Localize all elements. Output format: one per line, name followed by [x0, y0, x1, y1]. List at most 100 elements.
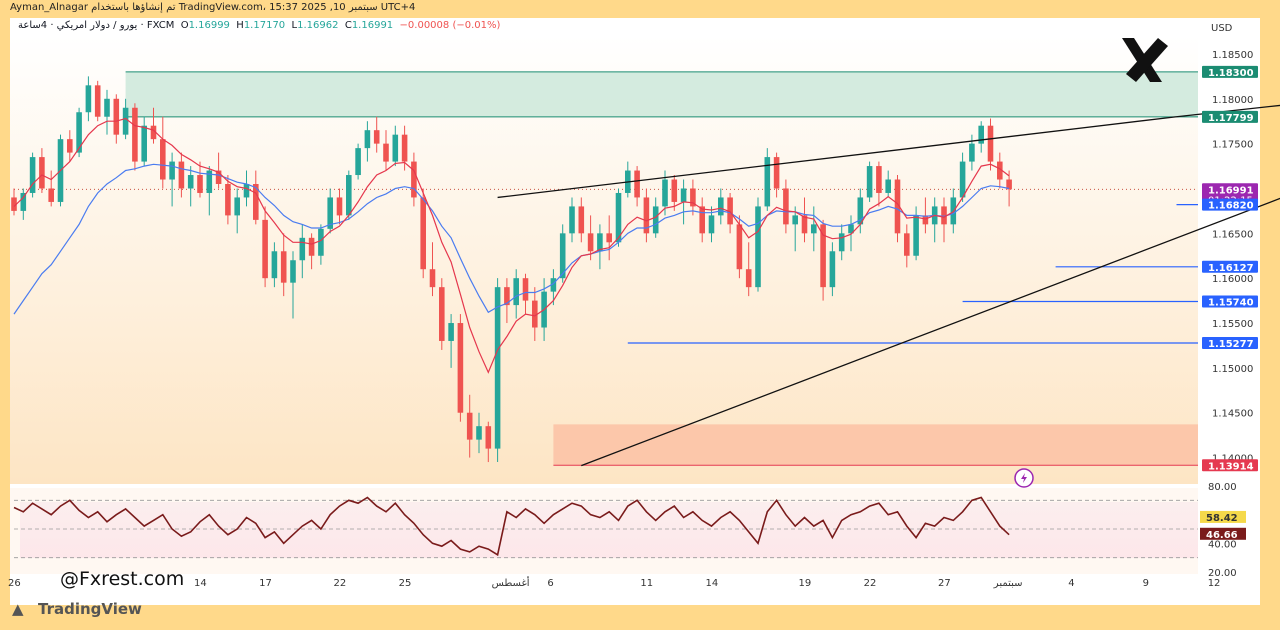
flash-icon[interactable] [1014, 468, 1034, 488]
candle-body [652, 206, 659, 234]
candle-body [466, 412, 473, 440]
price-label: 1.16127 [1208, 263, 1254, 274]
x-tick-label: 17 [259, 578, 272, 589]
candle-body [48, 188, 54, 202]
y-tick-label: 1.18500 [1212, 50, 1253, 61]
candle-body [866, 166, 873, 198]
candle-body [811, 224, 817, 234]
candle-body [355, 148, 361, 176]
candle-body [411, 161, 417, 198]
x-tick-label: 14 [194, 578, 207, 589]
rsi-value-label: 46.66 [1206, 530, 1238, 541]
candle-body [699, 206, 705, 234]
candle-body [76, 112, 82, 153]
candle-body [792, 215, 798, 225]
candle-body [85, 85, 92, 113]
supply-zone [125, 71, 1199, 117]
candle-body [290, 260, 296, 283]
price-label: 1.15277 [1208, 339, 1254, 350]
x-tick-label: 9 [1143, 578, 1149, 589]
y-tick-label: 1.15500 [1212, 319, 1253, 330]
candle-body [94, 85, 101, 117]
x-tick-label: 27 [938, 578, 951, 589]
candle-body [578, 206, 585, 234]
candle-body [708, 215, 715, 234]
candle-body [485, 426, 492, 449]
candle-body [885, 179, 891, 193]
candle-body [178, 161, 185, 189]
demand-zone [553, 424, 1198, 466]
price-label: 1.13914 [1208, 461, 1254, 472]
candle-body [913, 215, 919, 256]
x-tick-label: 22 [334, 578, 347, 589]
candle-body [569, 206, 575, 234]
candle-body [141, 125, 147, 162]
candle-body [606, 233, 612, 243]
rsi-value-label: 58.42 [1206, 513, 1238, 524]
candle-body [346, 175, 352, 216]
candle-body [39, 157, 45, 189]
x-tick-label: 26 [8, 578, 21, 589]
candle-body [494, 287, 501, 449]
candle-body [383, 143, 389, 162]
candle-body [439, 287, 445, 341]
candle-body [978, 125, 984, 144]
candle-body [299, 237, 306, 261]
y-tick-label: 1.14500 [1212, 409, 1253, 420]
candle-body [522, 278, 529, 301]
candle-body [160, 139, 166, 180]
candle-body [764, 157, 771, 207]
candle-body [587, 233, 594, 252]
candle-body [987, 125, 994, 162]
candle-body [671, 179, 678, 202]
x-tick-label: 22 [864, 578, 877, 589]
candle-body [169, 161, 175, 180]
x-tick-label: أغسطس [492, 576, 530, 589]
tradingview-logo: ▲ TradingView [12, 600, 142, 618]
candle-body [457, 323, 464, 413]
candle-body [838, 233, 845, 252]
candle-body [104, 98, 110, 117]
candle-body [280, 251, 287, 283]
price-label: 1.17799 [1208, 113, 1254, 124]
price-label: 1.15740 [1208, 298, 1254, 309]
x-tick-label: 6 [547, 578, 553, 589]
candle-body [197, 175, 203, 193]
candle-body [476, 426, 482, 440]
x-tick-label: 19 [799, 578, 812, 589]
candle-body [634, 170, 640, 198]
y-tick-label: 1.15000 [1212, 364, 1253, 375]
x-tick-label: 14 [706, 578, 719, 589]
price-label: 1.16820 [1208, 201, 1254, 212]
candle-body [187, 175, 194, 189]
candle-body [67, 139, 73, 153]
candle-body [225, 184, 231, 216]
x-tick-label: 11 [640, 578, 653, 589]
watermark-text: @Fxrest.com [60, 568, 185, 590]
candle-body [122, 107, 129, 135]
candle-body [373, 130, 380, 144]
candle-body [513, 278, 519, 306]
x-tick-label: 25 [399, 578, 412, 589]
candle-body [904, 233, 910, 256]
y-tick-label: 1.17500 [1212, 140, 1253, 151]
price-chart[interactable]: 1.18500 1.18000 1.17500 1.16500 1.16000 1.155… [0, 0, 1280, 630]
candle-body [318, 228, 324, 256]
currency-label: USD [1211, 23, 1233, 34]
candle-body [308, 237, 315, 256]
x-tick-label: 12 [1208, 578, 1221, 589]
candle-body [829, 251, 836, 288]
candle-body [271, 251, 278, 279]
candle-body [392, 134, 399, 162]
rsi-tick-label: 40.00 [1208, 539, 1237, 550]
candle-body [969, 143, 975, 162]
candle-body [718, 197, 724, 216]
x-tick-label: سبتمبر [993, 578, 1023, 589]
rsi-band [20, 502, 1198, 558]
candle-body [243, 184, 250, 198]
candle-body [429, 269, 436, 288]
candle-body [364, 130, 371, 149]
candle-body [820, 224, 826, 288]
candle-body [876, 166, 882, 193]
candle-body [336, 197, 343, 216]
